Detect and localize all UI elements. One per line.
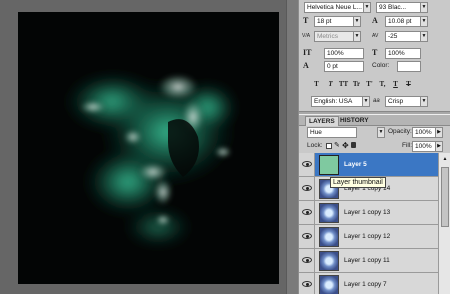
layer-name[interactable]: Layer 1 copy 12 <box>344 232 390 241</box>
horizontal-scale-icon: T <box>372 48 378 57</box>
layers-panel-tabs: LAYERS HISTORY <box>299 115 450 126</box>
anti-alias-select[interactable]: Crisp <box>385 96 421 107</box>
chevron-down-icon[interactable]: ▼ <box>353 31 361 42</box>
visibility-toggle[interactable] <box>299 153 315 176</box>
text-color-swatch[interactable] <box>397 61 421 72</box>
right-panel: Helvetica Neue L... ▼ 93 Blac... ▼ T 18 … <box>298 0 450 294</box>
underline-button[interactable]: T <box>390 79 401 89</box>
font-size-icon: T <box>303 16 309 25</box>
layer-row[interactable]: Layer 1 copy 11 <box>299 249 438 273</box>
tracking-icon: AV <box>372 33 379 39</box>
horizontal-scale-field[interactable]: 100% <box>385 48 421 59</box>
chevron-right-icon[interactable]: ▶ <box>435 141 443 152</box>
leading-field[interactable]: 10.08 pt <box>385 16 421 27</box>
chevron-down-icon[interactable]: ▼ <box>420 2 428 13</box>
lock-pixels-icon[interactable]: ✎ <box>334 141 341 150</box>
anti-alias-icon: aa <box>373 98 380 104</box>
font-family-select[interactable]: Helvetica Neue L... <box>304 2 364 13</box>
baseline-shift-field[interactable]: 0 pt <box>324 61 364 72</box>
opacity-field[interactable]: 100% <box>412 127 436 138</box>
visibility-toggle[interactable] <box>299 249 315 272</box>
subscript-button[interactable]: T, <box>377 79 388 89</box>
visibility-toggle[interactable] <box>299 273 315 294</box>
language-select[interactable]: English: USA <box>311 96 363 107</box>
chevron-down-icon[interactable]: ▼ <box>377 127 385 138</box>
layer-name[interactable]: Layer 1 copy 13 <box>344 208 390 217</box>
leading-icon: A <box>372 16 378 25</box>
blend-mode-select[interactable]: Hue <box>307 127 357 138</box>
canvas-image[interactable] <box>18 12 279 284</box>
layer-name[interactable]: Layer 5 <box>344 160 367 169</box>
chevron-down-icon[interactable]: ▼ <box>353 16 361 27</box>
layer-row[interactable]: Layer 5 <box>299 153 438 177</box>
layer-name[interactable]: Layer 1 copy 11 <box>344 256 390 265</box>
chevron-right-icon[interactable]: ▶ <box>435 127 443 138</box>
fill-field[interactable]: 100% <box>412 141 436 152</box>
chevron-down-icon[interactable]: ▼ <box>420 16 428 27</box>
tooltip: Layer thumbnail <box>330 177 386 188</box>
color-label: Color: <box>372 62 390 69</box>
layer-row[interactable]: Layer 1 copy 13 <box>299 201 438 225</box>
layer-thumbnail[interactable] <box>319 227 339 247</box>
eye-icon <box>302 281 312 287</box>
font-size-field[interactable]: 18 pt <box>314 16 354 27</box>
strikethrough-button[interactable]: T <box>403 79 414 89</box>
visibility-toggle[interactable] <box>299 177 315 200</box>
opacity-label: Opacity: <box>388 128 412 135</box>
chevron-down-icon[interactable]: ▼ <box>420 96 428 107</box>
eye-icon <box>302 185 312 191</box>
lock-label: Lock: <box>307 142 323 149</box>
layers-list: Layer 5 Layer 1 copy 14 Layer 1 copy 13 … <box>299 153 438 294</box>
document-canvas-area[interactable] <box>0 0 298 294</box>
scroll-up-icon[interactable]: ▲ <box>441 155 449 163</box>
tab-layers[interactable]: LAYERS <box>305 116 339 126</box>
visibility-toggle[interactable] <box>299 225 315 248</box>
scrollbar-thumb[interactable] <box>441 167 449 227</box>
font-style-select[interactable]: 93 Blac... <box>376 2 421 13</box>
baseline-shift-icon: A <box>303 61 309 70</box>
eye-icon <box>302 233 312 239</box>
lock-position-icon[interactable]: ✥ <box>342 141 349 150</box>
chevron-down-icon[interactable]: ▼ <box>363 2 371 13</box>
layer-thumbnail[interactable] <box>319 155 339 175</box>
tracking-field[interactable]: -25 <box>385 31 421 42</box>
canvas-scroll-edge <box>286 0 298 294</box>
faux-italic-button[interactable]: T <box>325 79 336 89</box>
layer-name[interactable]: Layer 1 copy 7 <box>344 280 387 289</box>
vertical-scale-icon: IT <box>303 48 312 57</box>
fill-label: Fill: <box>402 142 413 149</box>
eye-icon <box>302 257 312 263</box>
layer-thumbnail[interactable] <box>319 275 339 294</box>
tab-history[interactable]: HISTORY <box>337 116 372 126</box>
superscript-button[interactable]: T' <box>364 79 375 89</box>
faux-bold-button[interactable]: T <box>311 79 322 89</box>
layer-thumbnail[interactable] <box>319 203 339 223</box>
lock-all-icon[interactable] <box>351 142 356 148</box>
kerning-icon: V/A <box>302 33 311 39</box>
layer-row[interactable]: Layer 1 copy 12 <box>299 225 438 249</box>
lock-transparency-icon[interactable] <box>326 143 332 149</box>
eye-icon <box>302 161 312 167</box>
all-caps-button[interactable]: TT <box>338 79 349 89</box>
chevron-down-icon[interactable]: ▼ <box>420 31 428 42</box>
eye-icon <box>302 209 312 215</box>
layer-thumbnail[interactable] <box>319 251 339 271</box>
layers-scrollbar[interactable]: ▲ <box>438 153 450 294</box>
smoke-artwork <box>18 12 279 284</box>
visibility-toggle[interactable] <box>299 201 315 224</box>
chevron-down-icon[interactable]: ▼ <box>362 96 370 107</box>
layer-row[interactable]: Layer 1 copy 7 <box>299 273 438 294</box>
vertical-scale-field[interactable]: 100% <box>324 48 364 59</box>
kerning-field[interactable]: Metrics <box>314 31 354 42</box>
small-caps-button[interactable]: Tr <box>351 79 362 89</box>
